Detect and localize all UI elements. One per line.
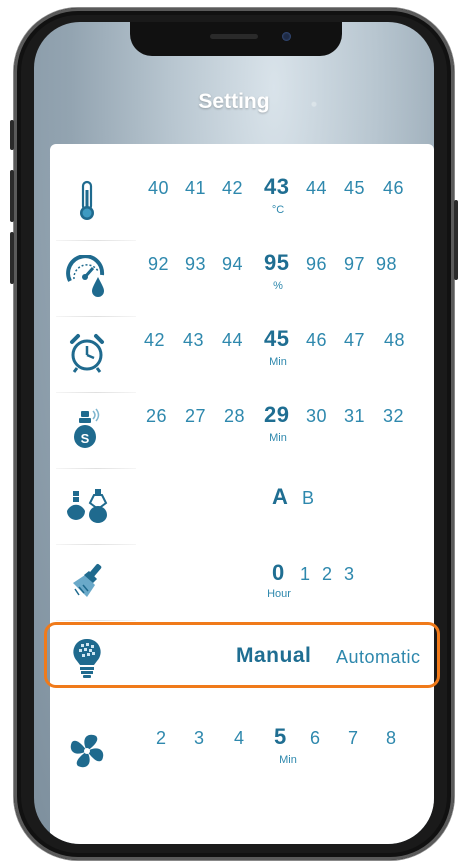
humidity-option[interactable]: 92 [148,254,169,275]
row-divider [56,240,136,241]
speaker [210,34,258,39]
scent-option[interactable]: 32 [383,406,404,427]
svg-text:S: S [81,431,90,446]
timer-option[interactable]: 43 [183,330,204,351]
temp-option[interactable]: 40 [148,178,169,199]
setting-row-temperature: 40 41 42 43 44 45 46 °C [50,164,434,236]
light-mode-highlight-box [44,622,440,688]
temp-option[interactable]: 46 [383,178,404,199]
humidity-option[interactable]: 98 [376,254,397,275]
cleaning-option[interactable]: 3 [344,564,355,585]
cleaning-option[interactable]: 1 [300,564,311,585]
row-divider [56,316,136,317]
setting-row-humidity: 92 93 94 95 96 97 98 % [50,240,434,312]
fan-unit-label: Min [279,754,297,766]
phone-volume-down-button [10,232,14,284]
cleaning-option-selected[interactable]: 0 [272,560,285,586]
temp-option[interactable]: 45 [344,178,365,199]
fan-option[interactable]: 8 [386,728,397,749]
humidity-option[interactable]: 97 [344,254,365,275]
row-divider [56,468,136,469]
settings-panel: 40 41 42 43 44 45 46 °C 92 93 94 95 96 9… [50,144,434,844]
scent-unit-label: Min [269,432,287,444]
timer-option[interactable]: 46 [306,330,327,351]
timer-option[interactable]: 44 [222,330,243,351]
scent-option-selected[interactable]: 29 [264,402,289,428]
fan-option[interactable]: 6 [310,728,321,749]
row-divider [56,392,136,393]
phone-power-button [454,200,458,280]
front-camera [282,32,291,41]
fan-option[interactable]: 4 [234,728,245,749]
row-divider [56,544,136,545]
screen: Setting 40 41 42 43 44 45 46 °C 92 93 94… [34,22,434,844]
cleaning-unit-label: Hour [267,588,291,600]
humidity-unit-label: % [273,280,283,292]
setting-row-scent-select: A B [50,468,434,540]
scent-dispenser-icon: S [64,406,110,452]
cleaning-brush-icon [64,558,110,604]
timer-unit-label: Min [269,356,287,368]
humidity-option[interactable]: 93 [185,254,206,275]
timer-option[interactable]: 48 [384,330,405,351]
temp-option[interactable]: 44 [306,178,327,199]
phone-volume-up-button [10,170,14,222]
fan-option-selected[interactable]: 5 [274,724,287,750]
scent-ab-option[interactable]: B [302,488,315,509]
setting-row-fan: 2 3 4 5 6 7 8 Min [50,714,434,786]
scent-option[interactable]: 26 [146,406,167,427]
fan-option[interactable]: 7 [348,728,359,749]
humidity-option[interactable]: 96 [306,254,327,275]
setting-row-scent: S 26 27 28 29 30 31 32 Min [50,392,434,464]
humidity-option[interactable]: 94 [222,254,243,275]
scent-option[interactable]: 28 [224,406,245,427]
fan-option[interactable]: 2 [156,728,167,749]
alarm-clock-icon [64,330,110,376]
timer-option[interactable]: 42 [144,330,165,351]
fan-icon [64,728,110,774]
phone-side-button [10,120,14,150]
temp-option[interactable]: 41 [185,178,206,199]
row-divider [56,620,136,621]
page-title: Setting [198,90,270,113]
scent-bottles-icon [64,482,110,528]
cleaning-option[interactable]: 2 [322,564,333,585]
setting-row-timer: 42 43 44 45 46 47 48 Min [50,316,434,388]
temp-option[interactable]: 42 [222,178,243,199]
humidity-gauge-icon [64,254,110,300]
scent-option[interactable]: 31 [344,406,365,427]
scent-ab-option-selected[interactable]: A [272,484,288,510]
notch [130,22,342,56]
scent-option[interactable]: 27 [185,406,206,427]
scent-option[interactable]: 30 [306,406,327,427]
timer-option-selected[interactable]: 45 [264,326,289,352]
setting-row-cleaning: 0 1 2 3 Hour [50,544,434,616]
timer-option[interactable]: 47 [344,330,365,351]
thermometer-icon [64,178,110,224]
temp-option-selected[interactable]: 43 [264,174,289,200]
humidity-option-selected[interactable]: 95 [264,250,289,276]
temp-unit-label: °C [271,204,285,216]
fan-option[interactable]: 3 [194,728,205,749]
